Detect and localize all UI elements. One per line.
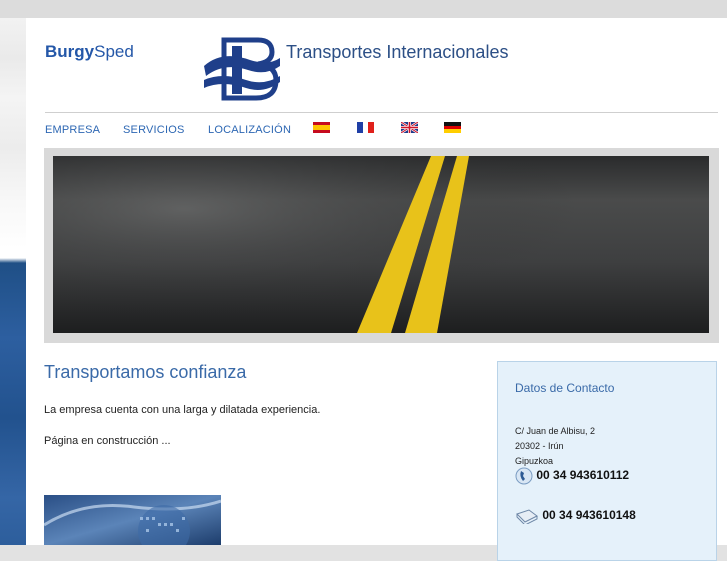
fax-icon <box>516 509 538 524</box>
fax-number: 00 34 943610148 <box>542 508 636 523</box>
site-tagline: Transportes Internacionales <box>286 42 509 62</box>
contact-address: C/ Juan de Albisu, 2 20302 - Irún Gipuzk… <box>515 424 595 469</box>
hero-banner <box>44 148 719 343</box>
france-flag-icon[interactable] <box>357 122 374 133</box>
nav-servicios[interactable]: SERVICIOS <box>123 124 185 136</box>
bs-logo-icon <box>204 37 280 101</box>
intro-paragraph: La empresa cuenta con una larga y dilata… <box>44 404 321 416</box>
road-hero-image <box>53 156 709 333</box>
nav-localizacion[interactable]: LOCALIZACIÓN <box>208 124 291 136</box>
contact-box: Datos de Contacto C/ Juan de Albisu, 2 2… <box>497 361 717 561</box>
left-sidebar-background <box>0 18 26 545</box>
contact-phone[interactable]: 00 34 943610112 <box>515 467 629 485</box>
address-city: 20302 - Irún <box>515 441 564 451</box>
page-container: BurgySped Transportes Internacionales EM… <box>26 18 727 561</box>
construction-notice: Página en construcción ... <box>44 435 171 447</box>
brand-name-part2: Sped <box>94 42 134 61</box>
contact-title: Datos de Contacto <box>515 381 615 395</box>
brand-name-part1: Burgy <box>45 42 95 61</box>
main-heading: Transportamos confianza <box>44 362 247 382</box>
world-map-thumbnail <box>44 495 221 545</box>
uk-flag-icon[interactable] <box>401 122 418 133</box>
contact-fax[interactable]: 00 34 943610148 <box>515 508 636 524</box>
spain-flag-icon[interactable] <box>313 122 330 133</box>
address-street: C/ Juan de Albisu, 2 <box>515 426 596 436</box>
header-divider <box>45 112 718 113</box>
phone-icon <box>515 467 533 485</box>
top-bar <box>0 0 727 18</box>
brand-name[interactable]: BurgySped <box>45 42 134 62</box>
phone-number: 00 34 943610112 <box>536 468 630 483</box>
nav-empresa[interactable]: EMPRESA <box>45 124 100 136</box>
germany-flag-icon[interactable] <box>444 122 461 133</box>
